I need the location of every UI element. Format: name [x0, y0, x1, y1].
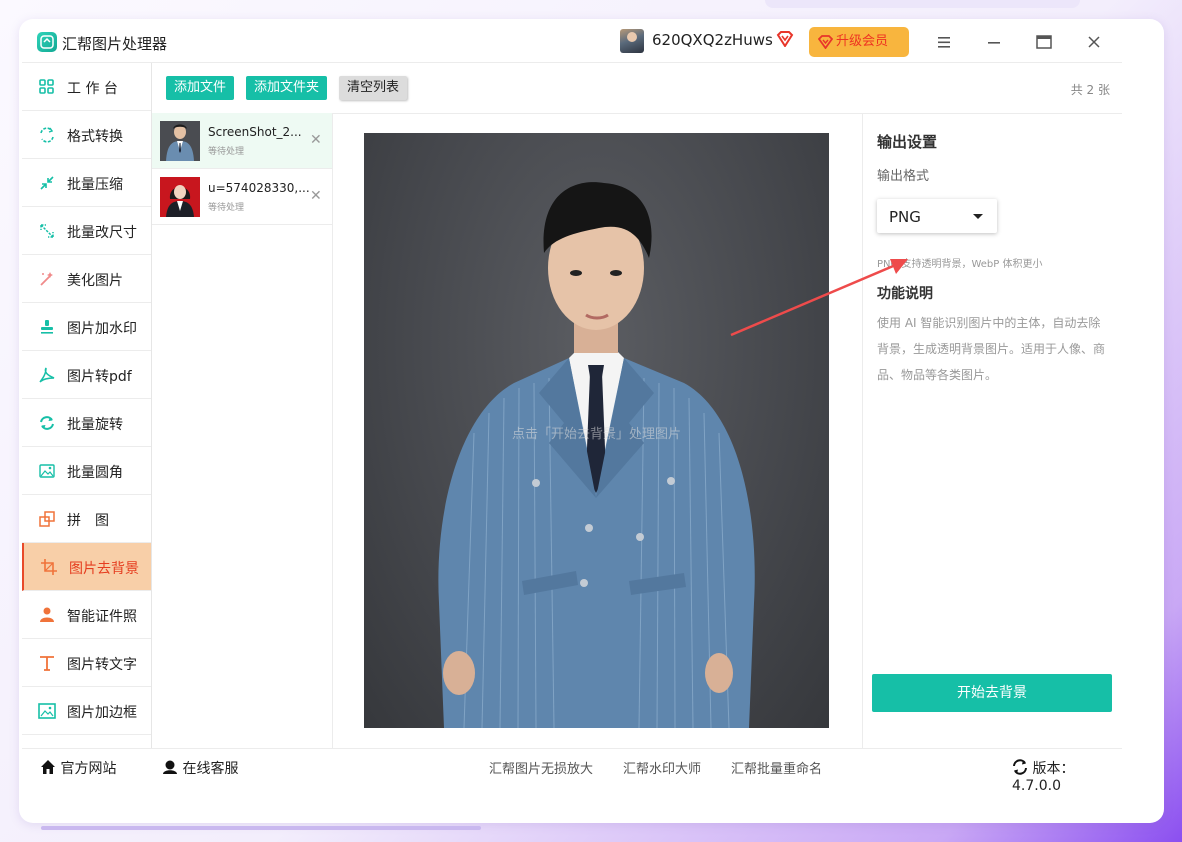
- output-settings-panel: 输出设置 输出格式 PNG PNG 支持透明背景，WebP 体积更小 功能说明 …: [862, 113, 1123, 748]
- preview-area: 点击「开始去背景」处理图片: [333, 113, 862, 748]
- sidebar-item-label: 批量压缩: [67, 177, 123, 193]
- crop-icon: [41, 559, 57, 575]
- beautify-icon: [40, 272, 53, 286]
- sidebar-item-batch-compress[interactable]: 批量压缩: [22, 159, 151, 207]
- sidebar-item-add-frame[interactable]: 图片加边框: [22, 687, 151, 735]
- puzzle-icon: [39, 511, 55, 527]
- sidebar-item-label: 工 作 台: [67, 81, 118, 97]
- file-status: 等待处理: [208, 203, 245, 213]
- avatar[interactable]: [620, 29, 644, 53]
- minimize-icon[interactable]: [984, 32, 1004, 52]
- sidebar-item-label: 图片加边框: [67, 705, 137, 721]
- rounded-corner-icon: [39, 464, 55, 478]
- sidebar-item-label: 拼 图: [67, 513, 109, 529]
- footer-link-watermark[interactable]: 汇帮水印大师: [623, 758, 701, 777]
- remove-file-close-icon[interactable]: ✕: [310, 132, 322, 148]
- sidebar-item-format-convert[interactable]: 格式转换: [22, 111, 151, 159]
- settings-title: 输出设置: [877, 133, 938, 151]
- feature-title: 功能说明: [877, 286, 933, 302]
- preview-image: 点击「开始去背景」处理图片: [364, 133, 829, 728]
- upgrade-vip-button[interactable]: 升级会员: [809, 27, 909, 57]
- refresh-icon: [1013, 759, 1027, 775]
- sidebar-item-collage[interactable]: 拼 图: [22, 495, 151, 543]
- sidebar-item-label: 图片转pdf: [67, 369, 132, 385]
- vip-diamond-icon: [818, 35, 833, 49]
- sidebar-item-label: 格式转换: [67, 129, 123, 145]
- background-strip: [41, 826, 481, 830]
- sidebar-item-label: 批量改尺寸: [67, 225, 137, 241]
- username: 620QXQ2zHuws: [652, 31, 773, 49]
- sidebar-item-id-photo[interactable]: 智能证件照: [22, 591, 151, 639]
- sidebar-item-image-to-text[interactable]: 图片转文字: [22, 639, 151, 687]
- sidebar-item-rounded-corner[interactable]: 批量圆角: [22, 447, 151, 495]
- app-title: 汇帮图片处理器: [62, 35, 168, 53]
- app-logo-icon: [37, 32, 57, 52]
- list-item[interactable]: u=574028330,... 等待处理 ✕: [152, 169, 332, 225]
- preview-hint: 点击「开始去背景」处理图片: [511, 427, 681, 442]
- rotate-icon: [40, 416, 54, 430]
- maximize-icon[interactable]: [1034, 32, 1054, 52]
- chevron-down-icon: [973, 214, 983, 219]
- sidebar-item-batch-resize[interactable]: 批量改尺寸: [22, 207, 151, 255]
- sidebar-item-remove-background[interactable]: 图片去背景: [22, 543, 151, 591]
- sidebar-item-watermark[interactable]: 图片加水印: [22, 303, 151, 351]
- home-icon: [41, 760, 55, 774]
- sidebar-item-batch-rotate[interactable]: 批量旋转: [22, 399, 151, 447]
- background-strip: [765, 0, 1080, 8]
- pdf-icon: [39, 367, 55, 383]
- list-item[interactable]: ScreenShot_2... 等待处理 ✕: [152, 113, 332, 169]
- vip-badge-icon: [776, 31, 794, 51]
- upgrade-label: 升级会员: [836, 34, 889, 49]
- feature-description: 使用 AI 智能识别图片中的主体，自动去除背景，生成透明背景图片。适用于人像、商…: [877, 316, 1106, 382]
- headset-icon: [163, 760, 177, 774]
- format-convert-icon: [40, 127, 54, 143]
- official-website-link[interactable]: 官方网站: [40, 758, 116, 778]
- sidebar-item-label: 图片去背景: [69, 561, 139, 577]
- menu-icon[interactable]: [934, 32, 954, 52]
- toolbar: 添加文件 添加文件夹 清空列表 共 2 张: [152, 63, 1122, 114]
- start-remove-background-button[interactable]: 开始去背景: [872, 674, 1112, 712]
- sidebar-item-label: 图片加水印: [67, 321, 137, 337]
- format-label: 输出格式: [877, 169, 930, 184]
- add-file-button[interactable]: 添加文件: [166, 76, 235, 100]
- sidebar-item-to-pdf[interactable]: 图片转pdf: [22, 351, 151, 399]
- footer-link-rename[interactable]: 汇帮批量重命名: [731, 758, 822, 777]
- title-bar: 汇帮图片处理器 620QXQ2zHuws 升级会员: [22, 22, 1122, 62]
- file-count: 共 2 张: [1070, 83, 1110, 97]
- watermark-icon: [41, 320, 53, 334]
- official-website-label: 官方网站: [60, 761, 117, 777]
- footer-link-upscale[interactable]: 汇帮图片无损放大: [489, 758, 593, 777]
- close-icon[interactable]: [1084, 32, 1104, 52]
- format-select[interactable]: PNG: [877, 199, 997, 233]
- file-list: ScreenShot_2... 等待处理 ✕ u=574028330,... 等…: [152, 113, 333, 748]
- file-name: u=574028330,...: [208, 181, 310, 195]
- file-name: ScreenShot_2...: [208, 125, 302, 139]
- sidebar-item-label: 图片转文字: [67, 657, 137, 673]
- remove-file-close-icon[interactable]: ✕: [310, 188, 322, 204]
- sidebar-item-beautify[interactable]: 美化图片: [22, 255, 151, 303]
- sidebar-item-workbench[interactable]: 工 作 台: [22, 63, 151, 111]
- sidebar-item-label: 智能证件照: [67, 609, 137, 625]
- add-folder-button[interactable]: 添加文件夹: [246, 76, 328, 100]
- sidebar-item-label: 美化图片: [67, 273, 123, 289]
- version-info[interactable]: 版本：4.7.0.0: [1012, 758, 1122, 794]
- sidebar-item-label: 批量旋转: [67, 417, 123, 433]
- frame-icon: [38, 703, 56, 719]
- person-icon: [40, 607, 54, 622]
- file-thumbnail: [160, 121, 200, 161]
- sidebar: 工 作 台 格式转换 批量压缩 批量改尺寸 美化图片 图片加水印 图片转pdf …: [22, 63, 152, 748]
- online-support-link[interactable]: 在线客服: [162, 758, 238, 778]
- format-tip: PNG 支持透明背景，WebP 体积更小: [877, 259, 1043, 270]
- compress-icon: [40, 176, 54, 190]
- footer: 官方网站 在线客服 汇帮图片无损放大 汇帮水印大师 汇帮批量重命名 版本：4.7…: [22, 748, 1122, 794]
- file-status: 等待处理: [208, 147, 245, 157]
- format-value: PNG: [889, 208, 921, 226]
- file-thumbnail: [160, 177, 200, 217]
- clear-list-button[interactable]: 清空列表: [339, 76, 408, 100]
- resize-icon: [40, 224, 54, 238]
- grid-icon: [39, 79, 54, 94]
- online-support-label: 在线客服: [182, 761, 239, 777]
- text-icon: [40, 656, 54, 671]
- sidebar-item-label: 批量圆角: [67, 465, 123, 481]
